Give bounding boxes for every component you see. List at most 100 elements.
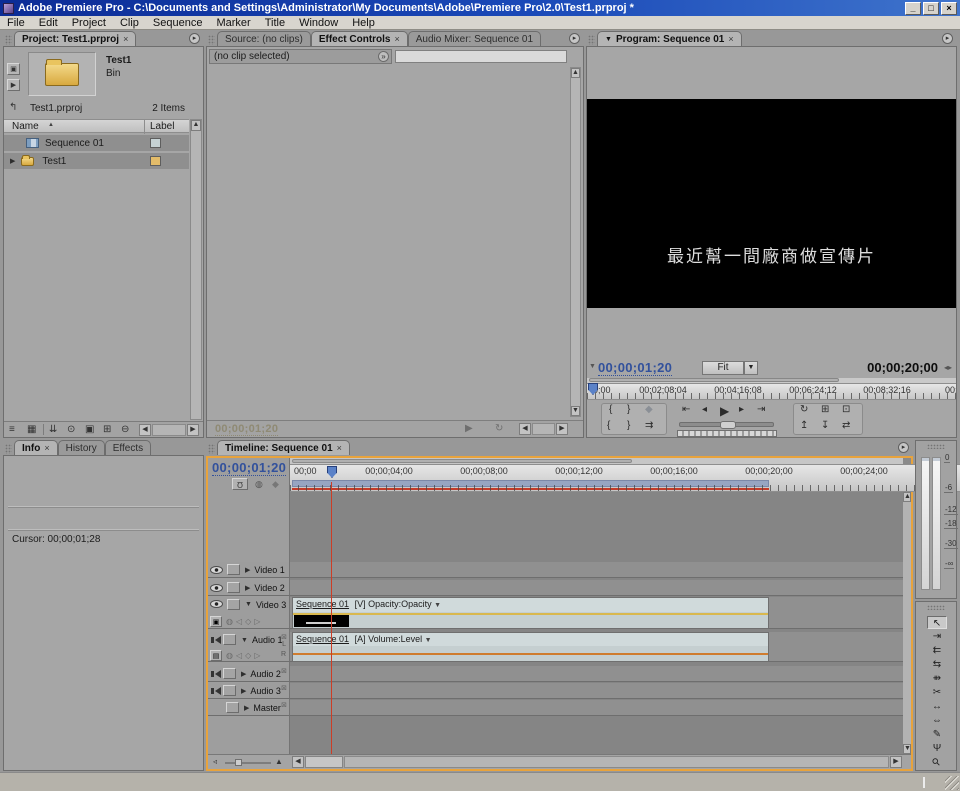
volume-rubber-band[interactable] xyxy=(293,653,768,655)
hscroll-thumb[interactable] xyxy=(305,756,343,768)
track-lane-audio3[interactable] xyxy=(290,683,903,699)
rolling-edit-tool[interactable]: ⇆ xyxy=(927,658,947,671)
effect-timecode[interactable]: 00;00;01;20 xyxy=(215,423,278,436)
close-tab-icon[interactable]: × xyxy=(44,443,49,453)
play-button[interactable]: ▶ xyxy=(720,404,729,418)
icon-view-icon[interactable]: ▦ xyxy=(27,424,36,435)
output-button[interactable]: ⊡ xyxy=(842,404,850,415)
next-keyframe-icon[interactable]: ▷ xyxy=(254,617,260,626)
track-lock-toggle[interactable] xyxy=(227,564,240,575)
timeline-ruler[interactable]: 00;00 00;00;04;00 00;00;08;00 00;00;12;0… xyxy=(290,464,960,492)
list-item-test1[interactable]: ▶ Test1 xyxy=(4,153,189,169)
effect-hscrollbar[interactable] xyxy=(532,423,555,435)
play-icon[interactable]: ▶ xyxy=(465,423,473,434)
next-keyframe-icon[interactable]: ▷ xyxy=(254,651,260,660)
tab-history[interactable]: History xyxy=(58,440,105,455)
chevrons-icon[interactable]: » xyxy=(378,51,389,62)
ripple-edit-tool[interactable]: ⇇ xyxy=(927,644,947,657)
tab-effects[interactable]: Effects xyxy=(105,440,151,455)
show-keyframes-button[interactable]: ◍ xyxy=(226,651,233,660)
toggle-track-output-icon[interactable] xyxy=(211,670,221,678)
expand-track-icon[interactable]: ▶ xyxy=(245,584,250,592)
marker-button[interactable]: ◆ xyxy=(645,404,653,415)
snap-button[interactable]: Ω xyxy=(232,478,248,490)
toggle-track-output-icon[interactable] xyxy=(211,687,221,695)
close-tab-icon[interactable]: × xyxy=(123,34,128,44)
track-lock-toggle[interactable] xyxy=(226,702,239,713)
collapse-track-icon[interactable]: ▼ xyxy=(245,601,252,608)
track-lane-video3[interactable] xyxy=(290,562,903,578)
menu-marker[interactable]: Marker xyxy=(209,17,257,29)
menu-file[interactable]: File xyxy=(0,17,32,29)
previous-keyframe-icon[interactable]: ◁ xyxy=(236,617,242,626)
toggle-track-output-icon[interactable] xyxy=(210,566,223,574)
rate-stretch-tool[interactable]: ⇻ xyxy=(927,672,947,685)
zoom-tool[interactable]: ⚲ xyxy=(927,756,947,769)
scroll-right-icon[interactable]: ▶ xyxy=(890,756,902,768)
slip-tool[interactable]: ↔ xyxy=(927,700,947,713)
toggle-track-output-icon[interactable] xyxy=(210,600,223,608)
clip-menu-caret-icon[interactable]: ▼ xyxy=(425,637,432,644)
menu-title[interactable]: Title xyxy=(258,17,292,29)
scroll-down-icon[interactable]: ▼ xyxy=(903,744,911,754)
tab-effect-controls[interactable]: Effect Controls × xyxy=(311,31,408,46)
hand-tool[interactable]: Ψ xyxy=(927,742,947,755)
timeline-vscrollbar[interactable]: ▲ ▼ xyxy=(903,492,911,754)
panel-grip[interactable] xyxy=(5,35,12,45)
export-button[interactable]: ⇄ xyxy=(842,420,850,431)
zoom-out-icon[interactable]: ◃ xyxy=(213,757,217,766)
automate-to-sequence-icon[interactable]: ⇊ xyxy=(49,424,57,435)
clear-icon[interactable]: ⊖ xyxy=(121,424,129,435)
add-keyframe-icon[interactable]: ◇ xyxy=(245,617,251,626)
track-lock-toggle[interactable] xyxy=(227,582,240,593)
scroll-left-icon[interactable]: ◀ xyxy=(292,756,304,768)
toggle-track-output-icon[interactable] xyxy=(210,584,223,592)
add-keyframe-icon[interactable]: ◇ xyxy=(245,651,251,660)
close-tab-icon[interactable]: × xyxy=(337,443,342,453)
extract-button[interactable]: ↧ xyxy=(821,420,829,431)
scroll-up-icon[interactable]: ▲ xyxy=(903,492,911,502)
set-in-button[interactable]: { xyxy=(609,404,612,415)
panel-grip[interactable] xyxy=(927,444,945,449)
tab-audio-mixer[interactable]: Audio Mixer: Sequence 01 xyxy=(408,31,541,46)
shuttle-slider[interactable] xyxy=(679,422,774,427)
set-marker-button[interactable]: ◆ xyxy=(272,479,279,490)
track-lock-toggle[interactable] xyxy=(223,668,236,679)
zoom-in-icon[interactable]: ▲ xyxy=(275,757,283,766)
project-vscrollbar[interactable]: ▲ xyxy=(190,119,202,420)
scroll-left-icon[interactable]: ◀ xyxy=(519,423,531,435)
close-tab-icon[interactable]: × xyxy=(728,34,733,44)
video-clip-sequence01[interactable]: Sequence 01 [V] Opacity:Opacity ▼ xyxy=(292,597,769,629)
set-display-style-button[interactable]: ▣ xyxy=(210,616,222,627)
track-lock-toggle[interactable] xyxy=(223,685,236,696)
column-label[interactable]: Label xyxy=(150,121,174,132)
effect-vscrollbar[interactable]: ▲ ▼ xyxy=(570,67,581,417)
panel-grip[interactable] xyxy=(208,444,215,454)
clip-menu-caret-icon[interactable]: ▼ xyxy=(434,602,441,609)
tab-program[interactable]: ▼ Program: Sequence 01 × xyxy=(597,31,742,46)
opacity-rubber-band[interactable] xyxy=(293,613,768,615)
scroll-right-icon[interactable]: ▶ xyxy=(556,423,568,435)
collapse-track-icon[interactable]: ▼ xyxy=(241,637,248,644)
zoom-select-arrow-icon[interactable]: ▼ xyxy=(744,361,758,375)
panel-menu-button[interactable]: ▸ xyxy=(898,442,909,453)
work-area-bar[interactable] xyxy=(292,480,769,487)
panel-grip[interactable] xyxy=(5,444,12,454)
zoom-slider[interactable] xyxy=(225,762,271,764)
expand-track-icon[interactable]: ▶ xyxy=(241,670,246,678)
go-to-out-button[interactable]: } xyxy=(627,420,630,431)
menu-window[interactable]: Window xyxy=(292,17,345,29)
label-chip[interactable] xyxy=(150,156,161,166)
razor-tool[interactable]: ✂ xyxy=(927,686,947,699)
track-lane-audio2[interactable] xyxy=(290,666,903,682)
menu-clip[interactable]: Clip xyxy=(113,17,146,29)
go-to-in-button[interactable]: { xyxy=(607,420,610,431)
show-keyframes-button[interactable]: ◍ xyxy=(226,617,233,626)
track-lock-toggle[interactable] xyxy=(223,634,236,645)
close-tab-icon[interactable]: × xyxy=(394,34,399,44)
step-forward-button[interactable]: ▸ xyxy=(739,404,744,415)
safe-margins-button[interactable]: ⊞ xyxy=(821,404,829,415)
go-to-previous-edit-button[interactable]: ⇤ xyxy=(682,404,690,415)
timeline-timecode[interactable]: 00;00;01;20 xyxy=(212,460,286,476)
tab-timeline[interactable]: Timeline: Sequence 01 × xyxy=(217,440,350,455)
